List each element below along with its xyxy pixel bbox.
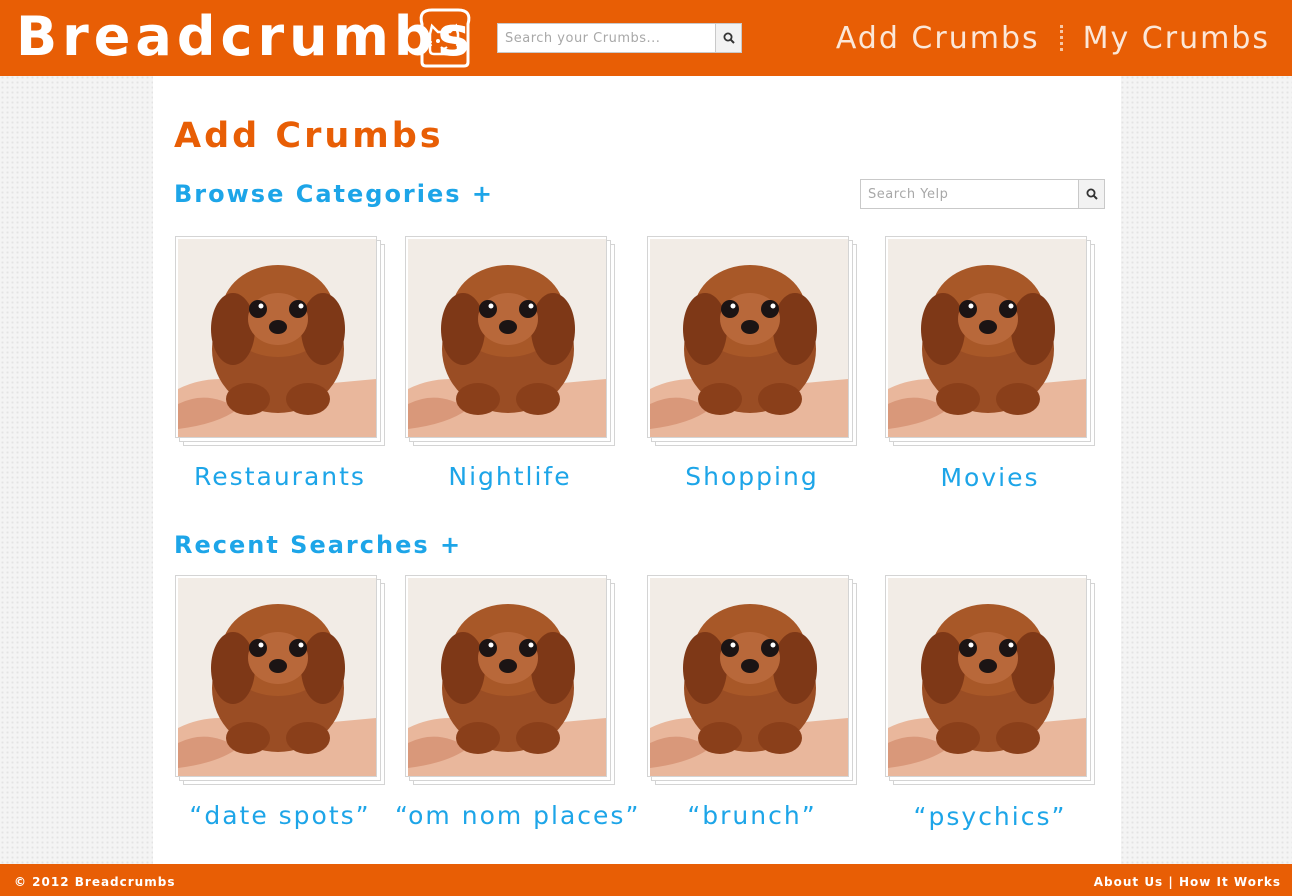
yelp-search-input[interactable] xyxy=(861,180,1078,208)
logo-text[interactable]: Breadcrumbs xyxy=(16,4,475,70)
footer: © 2012 Breadcrumbs About Us | How It Wor… xyxy=(0,864,1292,896)
category-card-shopping[interactable]: Shopping xyxy=(647,236,865,496)
browse-categories-heading[interactable]: Browse Categories + xyxy=(174,180,494,208)
category-label[interactable]: Nightlife xyxy=(395,462,625,491)
search-icon xyxy=(723,32,735,44)
category-card-movies[interactable]: Movies xyxy=(885,236,1103,496)
nav-separator xyxy=(1059,25,1063,51)
photo-stack xyxy=(405,236,623,450)
photo-stack xyxy=(647,575,865,789)
recent-searches-heading[interactable]: Recent Searches + xyxy=(174,531,462,559)
photo-stack xyxy=(175,575,393,789)
about-us-link[interactable]: About Us xyxy=(1094,875,1163,889)
crumbs-search-box xyxy=(497,23,742,53)
recent-search-label[interactable]: “psychics” xyxy=(875,802,1105,831)
nav-my-crumbs[interactable]: My Crumbs xyxy=(1083,21,1270,56)
puppy-photo xyxy=(408,578,606,776)
recent-search-label[interactable]: “om nom places” xyxy=(395,801,638,830)
nav-add-crumbs[interactable]: Add Crumbs xyxy=(836,21,1040,56)
recent-search-card[interactable]: “brunch” xyxy=(647,575,865,835)
recent-search-card[interactable]: “date spots” xyxy=(175,575,393,835)
puppy-photo xyxy=(650,578,848,776)
footer-separator: | xyxy=(1168,875,1174,889)
puppy-photo xyxy=(178,239,376,437)
category-card-restaurants[interactable]: Restaurants xyxy=(175,236,393,496)
puppy-photo xyxy=(178,578,376,776)
main-content: Add Crumbs Browse Categories + Search Ye… xyxy=(153,76,1121,864)
photo-stack xyxy=(885,236,1103,450)
photo-stack xyxy=(175,236,393,450)
recent-search-card[interactable]: “psychics” xyxy=(885,575,1103,835)
category-card-nightlife[interactable]: Nightlife xyxy=(405,236,623,496)
footer-links: About Us | How It Works xyxy=(1094,875,1281,889)
copyright-text: © 2012 Breadcrumbs xyxy=(14,875,176,889)
search-icon xyxy=(1086,188,1098,200)
how-it-works-link[interactable]: How It Works xyxy=(1179,875,1281,889)
category-label[interactable]: Restaurants xyxy=(165,462,395,491)
photo-stack xyxy=(405,575,623,789)
photo-stack xyxy=(647,236,865,450)
recent-search-label[interactable]: “brunch” xyxy=(637,801,867,830)
crumbs-search-input[interactable] xyxy=(498,24,715,52)
crumbs-search-button[interactable] xyxy=(715,24,741,52)
yelp-search-box xyxy=(860,179,1105,209)
puppy-photo xyxy=(650,239,848,437)
top-bar: Breadcrumbs Add Crumbs My Crumbs xyxy=(0,0,1292,76)
yelp-search-button[interactable] xyxy=(1078,180,1104,208)
photo-stack xyxy=(885,575,1103,789)
main-nav: Add Crumbs My Crumbs xyxy=(836,14,1270,62)
recent-search-label[interactable]: “date spots” xyxy=(165,801,395,830)
category-label[interactable]: Movies xyxy=(875,463,1105,492)
page-title: Add Crumbs xyxy=(174,116,444,156)
puppy-photo xyxy=(888,578,1086,776)
puppy-photo xyxy=(888,239,1086,437)
cat-toast-logo-icon[interactable] xyxy=(414,4,476,68)
puppy-photo xyxy=(408,239,606,437)
category-label[interactable]: Shopping xyxy=(637,462,867,491)
recent-search-card[interactable]: “om nom places” xyxy=(395,575,638,835)
